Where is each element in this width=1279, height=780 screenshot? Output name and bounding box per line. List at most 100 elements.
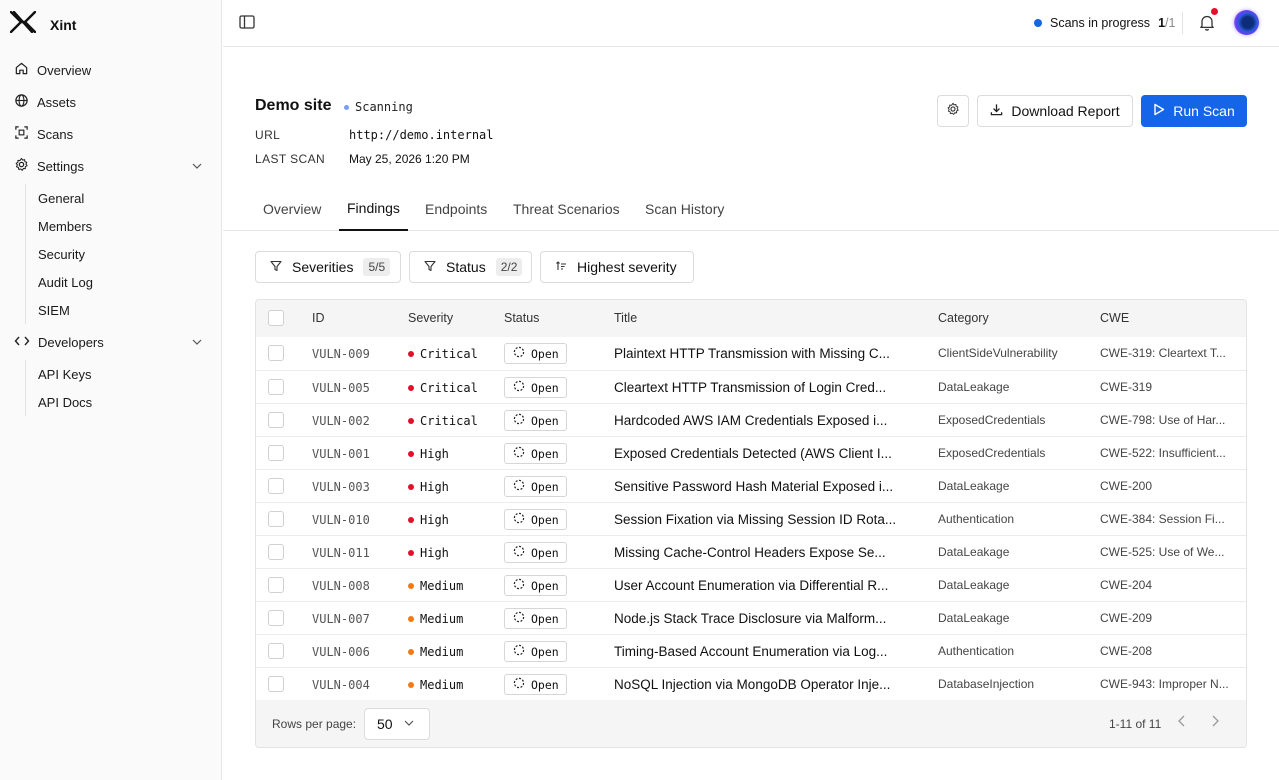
avatar[interactable] bbox=[1234, 10, 1259, 35]
status-badge[interactable]: Open bbox=[504, 343, 567, 364]
status-badge[interactable]: Open bbox=[504, 674, 567, 695]
severity-cell: High bbox=[408, 503, 449, 536]
sidebar-item-label: Overview bbox=[37, 62, 92, 78]
column-header-cwe[interactable]: CWE bbox=[1100, 311, 1129, 325]
run-scan-label: Run Scan bbox=[1173, 103, 1235, 119]
status-badge[interactable]: Open bbox=[504, 575, 567, 596]
brand[interactable]: Xint bbox=[9, 10, 76, 38]
table-row[interactable]: VULN-011 High Open Missing Cache-Control He… bbox=[256, 535, 1246, 568]
status-badge[interactable]: Open bbox=[504, 542, 567, 563]
finding-title[interactable]: Hardcoded AWS IAM Credentials Exposed i.… bbox=[614, 404, 910, 437]
column-header-category[interactable]: Category bbox=[938, 311, 989, 325]
table-row[interactable]: VULN-001 High Open Exposed Credentials Dete… bbox=[256, 436, 1246, 469]
run-scan-button[interactable]: Run Scan bbox=[1141, 95, 1247, 127]
next-page-icon[interactable] bbox=[1209, 714, 1221, 733]
row-checkbox[interactable] bbox=[268, 478, 284, 494]
row-checkbox[interactable] bbox=[268, 544, 284, 560]
table-row[interactable]: VULN-009 Critical Open Plaintext HTTP Trans… bbox=[256, 337, 1246, 370]
dashed-circle-icon bbox=[513, 479, 525, 494]
select-all-checkbox[interactable] bbox=[268, 310, 284, 326]
sidebar-item-assets[interactable]: Assets bbox=[14, 90, 207, 114]
table-row[interactable]: VULN-002 Critical Open Hardcoded AWS IAM Cr… bbox=[256, 403, 1246, 436]
previous-page-icon[interactable] bbox=[1176, 714, 1188, 733]
sidebar-item-overview[interactable]: Overview bbox=[14, 58, 207, 82]
column-header-id[interactable]: ID bbox=[312, 311, 325, 325]
severity-cell: High bbox=[408, 536, 449, 569]
scans-in-progress[interactable]: Scans in progress 1/1 bbox=[1034, 16, 1175, 30]
sidebar-item-security[interactable]: Security bbox=[26, 240, 93, 268]
finding-title[interactable]: Node.js Stack Trace Disclosure via Malfo… bbox=[614, 602, 910, 635]
table-row[interactable]: VULN-007 Medium Open Node.js Stack Trace Di… bbox=[256, 601, 1246, 634]
sidebar-item-settings[interactable]: Settings bbox=[14, 154, 207, 178]
sidebar-toggle-icon[interactable] bbox=[239, 15, 255, 34]
finding-title[interactable]: Cleartext HTTP Transmission of Login Cre… bbox=[614, 371, 910, 404]
sidebar-item-api-keys[interactable]: API Keys bbox=[26, 360, 92, 388]
row-checkbox[interactable] bbox=[268, 345, 284, 361]
status-badge[interactable]: Open bbox=[504, 443, 567, 464]
sidebar-item-audit-log[interactable]: Audit Log bbox=[26, 268, 93, 296]
sidebar-item-general[interactable]: General bbox=[26, 184, 93, 212]
table-row[interactable]: VULN-006 Medium Open Timing-Based Account E… bbox=[256, 634, 1246, 667]
finding-id: VULN-011 bbox=[312, 545, 370, 560]
download-report-button[interactable]: Download Report bbox=[977, 95, 1133, 127]
finding-title[interactable]: Sensitive Password Hash Material Exposed… bbox=[614, 470, 910, 503]
sort-button[interactable]: Highest severity bbox=[540, 251, 694, 283]
sidebar-item-developers[interactable]: Developers bbox=[14, 330, 207, 354]
row-checkbox[interactable] bbox=[268, 643, 284, 659]
gear-icon bbox=[946, 102, 960, 121]
tab-endpoints[interactable]: Endpoints bbox=[417, 186, 495, 231]
row-checkbox[interactable] bbox=[268, 412, 284, 428]
status-text: Open bbox=[531, 380, 559, 395]
sidebar-item-members[interactable]: Members bbox=[26, 212, 93, 240]
site-settings-button[interactable] bbox=[937, 95, 969, 127]
chevron-down-icon[interactable] bbox=[191, 336, 203, 351]
finding-title[interactable]: Plaintext HTTP Transmission with Missing… bbox=[614, 337, 910, 370]
finding-title[interactable]: Missing Cache-Control Headers Expose Se.… bbox=[614, 536, 910, 569]
table-row[interactable]: VULN-010 High Open Session Fixation via Mis… bbox=[256, 502, 1246, 535]
status-badge[interactable]: Open bbox=[504, 641, 567, 662]
row-checkbox[interactable] bbox=[268, 445, 284, 461]
rows-per-page-select[interactable]: 50 bbox=[364, 708, 430, 740]
table-row[interactable]: VULN-004 Medium Open NoSQL Injection via Mo… bbox=[256, 667, 1246, 700]
column-header-status[interactable]: Status bbox=[504, 311, 539, 325]
bell-icon[interactable] bbox=[1199, 14, 1215, 36]
row-checkbox[interactable] bbox=[268, 676, 284, 692]
finding-id: VULN-007 bbox=[312, 611, 370, 626]
status-badge[interactable]: Open bbox=[504, 410, 567, 431]
sidebar-item-api-docs[interactable]: API Docs bbox=[26, 388, 92, 416]
finding-title[interactable]: Exposed Credentials Detected (AWS Client… bbox=[614, 437, 910, 470]
row-checkbox[interactable] bbox=[268, 577, 284, 593]
table-row[interactable]: VULN-003 High Open Sensitive Password Hash … bbox=[256, 469, 1246, 502]
tab-overview[interactable]: Overview bbox=[255, 186, 329, 231]
chevron-down-icon[interactable] bbox=[191, 160, 203, 175]
column-header-severity[interactable]: Severity bbox=[408, 311, 453, 325]
column-header-title[interactable]: Title bbox=[614, 311, 637, 325]
table-row[interactable]: VULN-005 Critical Open Cleartext HTTP Trans… bbox=[256, 370, 1246, 403]
status-text: Open bbox=[531, 677, 559, 692]
status-filter-button[interactable]: Status 2/2 bbox=[409, 251, 532, 283]
row-checkbox[interactable] bbox=[268, 610, 284, 626]
finding-title[interactable]: Timing-Based Account Enumeration via Log… bbox=[614, 635, 910, 668]
severities-filter-button[interactable]: Severities 5/5 bbox=[255, 251, 401, 283]
finding-title[interactable]: User Account Enumeration via Differentia… bbox=[614, 569, 910, 602]
status-cell: Open bbox=[504, 536, 567, 569]
table-row[interactable]: VULN-008 Medium Open User Account Enumerati… bbox=[256, 568, 1246, 601]
status-badge[interactable]: Open bbox=[504, 608, 567, 629]
status-badge[interactable]: Open bbox=[504, 509, 567, 530]
tab-scan-history[interactable]: Scan History bbox=[637, 186, 732, 231]
status-badge[interactable]: Open bbox=[504, 377, 567, 398]
finding-id: VULN-002 bbox=[312, 413, 370, 428]
sidebar-item-siem[interactable]: SIEM bbox=[26, 296, 93, 324]
url-label: URL bbox=[255, 128, 281, 142]
row-checkbox[interactable] bbox=[268, 379, 284, 395]
row-checkbox[interactable] bbox=[268, 511, 284, 527]
status-cell: Open bbox=[504, 337, 567, 370]
status-label: Status bbox=[446, 259, 486, 275]
finding-title[interactable]: Session Fixation via Missing Session ID … bbox=[614, 503, 910, 536]
tab-threat-scenarios[interactable]: Threat Scenarios bbox=[505, 186, 628, 231]
chevron-down-icon bbox=[403, 716, 415, 732]
sidebar-item-scans[interactable]: Scans bbox=[14, 122, 207, 146]
finding-title[interactable]: NoSQL Injection via MongoDB Operator Inj… bbox=[614, 668, 910, 701]
tab-findings[interactable]: Findings bbox=[339, 186, 408, 231]
status-badge[interactable]: Open bbox=[504, 476, 567, 497]
